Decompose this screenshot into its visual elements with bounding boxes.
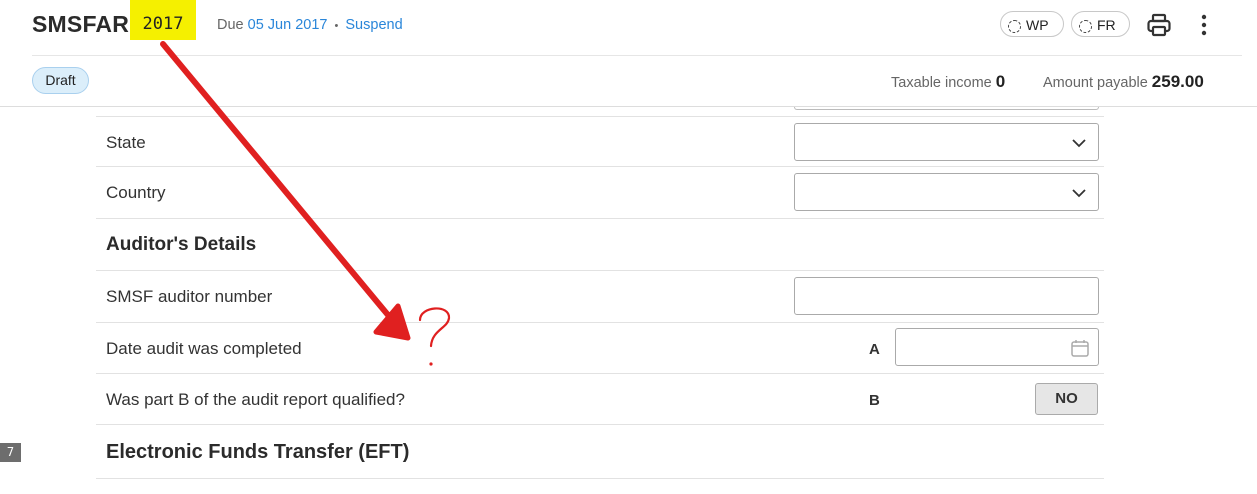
auditor-number-label: SMSF auditor number <box>106 287 273 306</box>
separator-dot: • <box>334 20 339 32</box>
chevron-down-icon <box>1072 139 1086 148</box>
amount-payable-label: Amount payable <box>1043 75 1148 91</box>
part-b-label: Was part B of the audit report qualified… <box>106 390 405 409</box>
return-header: SMSFAR 2017 Due 05 Jun 2017 • Suspend WP… <box>0 0 1257 107</box>
chevron-down-icon <box>1072 189 1086 198</box>
wp-button[interactable]: WP <box>1000 11 1064 37</box>
section-title: Electronic Funds Transfer (EFT) <box>106 441 410 463</box>
country-select[interactable] <box>794 173 1099 211</box>
print-icon[interactable] <box>1146 12 1172 38</box>
wp-label: WP <box>1026 17 1049 33</box>
calendar-icon[interactable] <box>1070 338 1090 358</box>
suspend-link[interactable]: Suspend <box>345 17 402 33</box>
date-audit-label: Date audit was completed <box>106 339 302 358</box>
fr-button[interactable]: FR <box>1071 11 1130 37</box>
taxable-income: Taxable income 0 <box>891 72 1005 92</box>
eft-section-header: Electronic Funds Transfer (EFT) <box>96 425 1104 479</box>
field-code-b: B <box>869 392 880 409</box>
form-content: State Country Auditor's Details SMSF aud… <box>0 106 1257 494</box>
state-row: State <box>96 116 1104 167</box>
auditor-number-input[interactable] <box>794 277 1099 315</box>
date-audit-input[interactable] <box>895 328 1099 366</box>
due-info: Due 05 Jun 2017 • Suspend <box>217 17 403 33</box>
auditor-section-header: Auditor's Details <box>96 219 1104 271</box>
status-badge: Draft <box>32 67 89 94</box>
part-b-toggle[interactable]: NO <box>1035 383 1098 415</box>
taxable-income-label: Taxable income <box>891 75 992 91</box>
country-label: Country <box>106 183 166 202</box>
country-row: Country <box>96 167 1104 219</box>
due-date-link[interactable]: 05 Jun 2017 <box>248 17 328 33</box>
dashed-circle-icon <box>1079 20 1092 33</box>
part-b-row: Was part B of the audit report qualified… <box>96 374 1104 425</box>
dashed-circle-icon <box>1008 20 1021 33</box>
title-row: SMSFAR 2017 Due 05 Jun 2017 • Suspend WP… <box>32 0 1242 56</box>
auditor-number-row: SMSF auditor number <box>96 271 1104 323</box>
state-select[interactable] <box>794 123 1099 161</box>
page-title: SMSFAR <box>32 11 130 37</box>
fr-label: FR <box>1097 17 1116 33</box>
field-code-a: A <box>869 341 880 358</box>
amount-payable-value: 259.00 <box>1151 72 1204 91</box>
year-highlight: 2017 <box>130 0 196 40</box>
state-label: State <box>106 133 146 152</box>
section-number-marker: 7 <box>0 443 21 462</box>
date-audit-row: Date audit was completed A <box>96 323 1104 374</box>
due-prefix: Due <box>217 17 244 33</box>
section-title: Auditor's Details <box>106 234 257 255</box>
more-options-icon[interactable] <box>1196 12 1212 38</box>
taxable-income-value: 0 <box>995 72 1006 91</box>
amount-payable: Amount payable 259.00 <box>1043 72 1204 92</box>
